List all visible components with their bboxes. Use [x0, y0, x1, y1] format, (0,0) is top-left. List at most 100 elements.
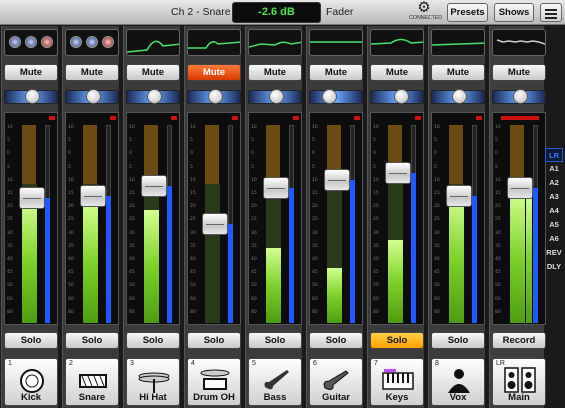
mute-button[interactable]: Mute — [370, 64, 424, 81]
pan-knob[interactable] — [25, 89, 40, 104]
eq-thumbnail[interactable] — [126, 29, 180, 56]
channel-number: 3 — [130, 360, 134, 367]
bus-a3-button[interactable]: A3 — [545, 190, 563, 204]
pan-slider[interactable] — [492, 89, 546, 104]
fader-cap[interactable] — [19, 187, 45, 209]
solo-button[interactable]: Solo — [370, 332, 424, 349]
pan-slider[interactable] — [248, 89, 302, 104]
solo-button[interactable]: Solo — [4, 332, 58, 349]
pan-knob[interactable] — [452, 89, 467, 104]
fader-cap[interactable] — [507, 177, 533, 199]
mute-button[interactable]: Mute — [431, 64, 485, 81]
mute-button[interactable]: Mute — [492, 64, 546, 81]
processing-thumbnail[interactable] — [4, 29, 58, 56]
connection-settings-button[interactable]: ⚙ CONNECTED — [409, 0, 442, 24]
clip-indicator — [293, 116, 299, 120]
solo-button[interactable]: Solo — [431, 332, 485, 349]
pan-slider[interactable] — [187, 89, 241, 104]
guitar-icon — [320, 367, 354, 393]
pan-knob[interactable] — [322, 89, 337, 104]
mute-button[interactable]: Mute — [65, 64, 119, 81]
bus-a5-button[interactable]: A5 — [545, 218, 563, 232]
pan-knob[interactable] — [269, 89, 284, 104]
solo-button[interactable]: Solo — [126, 332, 180, 349]
bass-guitar-icon — [259, 367, 293, 393]
bus-a2-button[interactable]: A2 — [545, 176, 563, 190]
processing-thumbnail[interactable] — [65, 29, 119, 56]
eq-thumbnail[interactable] — [370, 29, 424, 56]
solo-button[interactable]: Solo — [309, 332, 363, 349]
pan-slider[interactable] — [126, 89, 180, 104]
pan-knob[interactable] — [513, 89, 528, 104]
level-display: -2.6 dB — [232, 2, 321, 23]
bus-rev-button[interactable]: REV — [545, 246, 563, 260]
clip-indicator — [49, 116, 55, 120]
pan-slider[interactable] — [4, 89, 58, 104]
channel-select-button[interactable]: 4 Drum OH — [187, 358, 241, 406]
channel-select-button[interactable]: 6 Guitar — [309, 358, 363, 406]
scale-tick: 5 — [373, 165, 376, 170]
channel-select-button[interactable]: 3 Hi Hat — [126, 358, 180, 406]
presets-button[interactable]: Presets — [447, 3, 488, 22]
bus-dly-button[interactable]: DLY — [545, 260, 563, 274]
pan-slider[interactable] — [65, 89, 119, 104]
shows-button[interactable]: Shows — [494, 3, 534, 22]
fader-cap[interactable] — [324, 169, 350, 191]
menu-button[interactable] — [540, 3, 562, 22]
channel-select-button[interactable]: 1 Kick — [4, 358, 58, 406]
pan-slider[interactable] — [431, 89, 485, 104]
fader-cap[interactable] — [385, 162, 411, 184]
eq-thumbnail[interactable] — [187, 29, 241, 56]
bus-a4-button[interactable]: A4 — [545, 204, 563, 218]
main-select-button[interactable]: LR Main — [492, 358, 546, 406]
scale-tick: 5 — [434, 165, 437, 170]
eq-thumbnail[interactable] — [248, 29, 302, 56]
scale-tick: 10 — [373, 178, 379, 183]
fader-cap[interactable] — [202, 213, 228, 235]
eq-curve-icon — [188, 41, 240, 49]
main-eq-thumbnail[interactable] — [492, 29, 546, 56]
mute-button[interactable]: Mute — [309, 64, 363, 81]
fader-cap[interactable] — [446, 185, 472, 207]
channel-select-button[interactable]: 2 Snare — [65, 358, 119, 406]
channel-select-button[interactable]: 5 Bass — [248, 358, 302, 406]
scale-tick: 40 — [68, 257, 74, 262]
pan-knob[interactable] — [394, 89, 409, 104]
record-button[interactable]: Record — [492, 332, 546, 349]
bus-a1-button[interactable]: A1 — [545, 162, 563, 176]
fader-cap[interactable] — [141, 175, 167, 197]
fader-cap[interactable] — [80, 185, 106, 207]
meter-background — [22, 125, 36, 185]
level-meter — [83, 204, 98, 323]
channel-name: Keys — [385, 392, 409, 403]
mute-button[interactable]: Mute — [187, 64, 241, 81]
solo-button[interactable]: Solo — [65, 332, 119, 349]
channel-select-button[interactable]: 7 Keys — [370, 358, 424, 406]
scale-tick: 35 — [434, 244, 440, 249]
pan-knob[interactable] — [208, 89, 223, 104]
scale-tick: 0 — [7, 151, 10, 156]
eq-thumbnail[interactable] — [431, 29, 485, 56]
scale-tick: 10 — [434, 125, 440, 130]
mute-button[interactable]: Mute — [248, 64, 302, 81]
scale-tick: 50 — [495, 283, 501, 288]
bus-a6-button[interactable]: A6 — [545, 232, 563, 246]
graphic-eq-icon — [496, 39, 545, 45]
pan-slider[interactable] — [309, 89, 363, 104]
pan-slider[interactable] — [370, 89, 424, 104]
scale-tick: 80 — [251, 310, 257, 315]
solo-button[interactable]: Solo — [187, 332, 241, 349]
pan-knob[interactable] — [86, 89, 101, 104]
channel-number: 5 — [252, 360, 256, 367]
fader-cap[interactable] — [263, 177, 289, 199]
scale-tick: 15 — [495, 191, 501, 196]
channel-select-button[interactable]: 8 Vox — [431, 358, 485, 406]
eq-thumbnail[interactable] — [309, 29, 363, 56]
solo-button[interactable]: Solo — [248, 332, 302, 349]
pan-knob[interactable] — [147, 89, 162, 104]
mute-button[interactable]: Mute — [126, 64, 180, 81]
scale-tick: 45 — [190, 270, 196, 275]
bus-lr-button[interactable]: LR — [545, 148, 563, 162]
scale-tick: 40 — [434, 257, 440, 262]
mute-button[interactable]: Mute — [4, 64, 58, 81]
